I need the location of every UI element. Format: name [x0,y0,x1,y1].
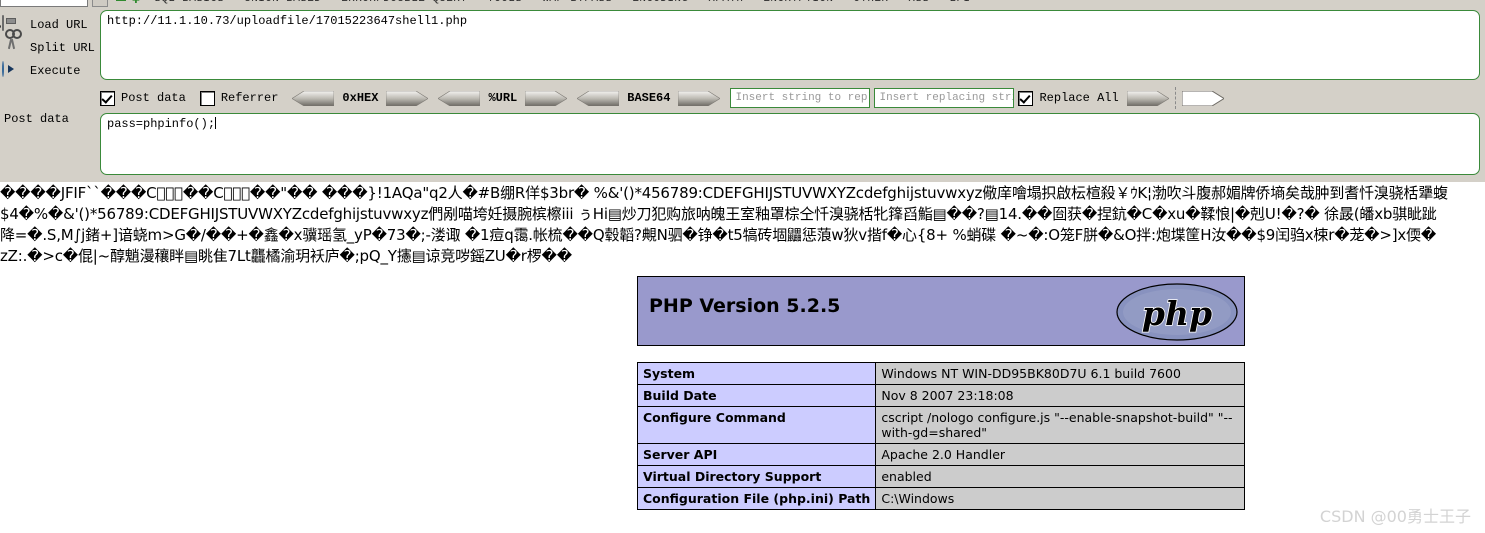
toolbar-divider [1175,87,1176,109]
decode-left-chevron-icon[interactable] [292,91,334,106]
play-icon [2,62,24,80]
menu-item-union-based[interactable]: UNION BASED [244,0,321,5]
execute-label: Execute [30,64,80,78]
execute-button[interactable]: Execute [0,60,96,81]
plus-icon[interactable]: ✚ [132,0,140,7]
row-key: Configuration File (php.ini) Path [638,488,876,510]
binary-line: zZ:.�>c�倱|~醇魈漫穰眫▤眺隹7Lt龘橘渝玥袄庐�;pQ_Y攇▤谅竞哕鎐… [0,246,1485,267]
hackbar-options-bar: Post data Referrer 0xHEX %URL BASE64 Ins… [100,86,1480,110]
row-value: cscript /nologo configure.js "--enable-s… [876,407,1245,444]
row-value: Nov 8 2007 23:18:08 [876,385,1245,407]
replace-string-input[interactable]: Insert replacing string [874,88,1014,108]
menu-item-sql-basics[interactable]: SQL BASICS [154,0,224,5]
table-row: Build Date Nov 8 2007 23:18:08 [638,385,1245,407]
row-value: C:\Windows [876,488,1245,510]
decode-left-chevron-icon[interactable] [577,91,619,106]
row-value: Windows NT WIN-DD95BK80D7U 6.1 build 760… [876,363,1245,385]
menu-item-tools[interactable]: TOOLS [487,0,522,5]
table-row: Server API Apache 2.0 Handler [638,444,1245,466]
hackbar-toolbar: ✚ SQL BASICS UNION BASED ERROR/DOUBLE QU… [0,0,1485,182]
binary-line: ����JFIF``���C   ��C   ��"�� ���}!1AQa"q… [0,183,1485,204]
row-key: Virtual Directory Support [638,466,876,488]
table-row: Configuration File (php.ini) Path C:\Win… [638,488,1245,510]
binary-line: $4�%�&'()*56789:CDEFGHIJSTUVWXYZcdefghij… [0,204,1485,225]
encode-right-chevron-icon[interactable] [386,91,428,106]
menu-item-error-double-query[interactable]: ERROR/DOUBLE QUERY [341,0,467,5]
menu-item-other[interactable]: OTHER [853,0,888,5]
post-data-checkbox[interactable]: Post data [100,91,186,106]
decode-left-chevron-icon[interactable] [438,91,480,106]
post-data-value: pass=phpinfo(); [107,117,215,131]
encode-right-chevron-icon[interactable] [525,91,567,106]
row-key: Configure Command [638,407,876,444]
binary-response-output: ����JFIF``���C   ��C   ��"�� ���}!1AQa"q… [0,183,1485,273]
url-encoder-group: %URL [438,91,567,106]
menu-item-xss[interactable]: XSS [908,0,929,5]
search-string-input[interactable]: Insert string to replace [730,88,870,108]
watermark: CSDN @00勇士王子 [1320,503,1471,527]
php-logo-icon: php [1116,283,1238,341]
scissors-icon [2,39,24,57]
replace-all-checkbox[interactable]: Replace All [1018,91,1118,106]
text-caret [215,117,216,129]
hex-encoder-label: 0xHEX [342,91,378,105]
post-data-textarea[interactable]: pass=phpinfo(); [100,113,1480,175]
checkbox-box [1018,91,1033,106]
binary-line: 降=�.S,M∫j鍺+]谙蛲m>G�/��+�鑫�x骥瑶氢_yP�73�;-溇诹… [0,225,1485,246]
split-url-button[interactable]: Split URL [0,37,96,58]
replace-all-checkbox-label: Replace All [1039,91,1118,105]
split-url-label: Split URL [30,41,95,55]
menu-item-encryption[interactable]: ENCRYPTION [763,0,833,5]
menu-item-waf-bypass[interactable]: WAF BYPASS [542,0,612,5]
referrer-checkbox[interactable]: Referrer [200,91,279,106]
phpinfo-table: System Windows NT WIN-DD95BK80D7U 6.1 bu… [637,362,1245,510]
checkbox-box [200,91,215,106]
address-input[interactable] [0,0,88,7]
hackbar-action-column: Load URL Split URL Execute [0,9,96,182]
menu-item-xpath[interactable]: XPATH [708,0,743,5]
menu-item-lfi[interactable]: LFI [949,0,970,5]
menu-item-encoding[interactable]: ENCODING [632,0,688,5]
svg-text:php: php [1142,294,1212,333]
post-data-label: Post data [4,112,69,126]
load-url-label: Load URL [30,18,88,32]
encode-right-chevron-icon[interactable] [678,91,720,106]
extra-action-chevron-icon[interactable] [1182,91,1224,106]
hackbar-menu-strip: ✚ SQL BASICS UNION BASED ERROR/DOUBLE QU… [0,0,1485,9]
table-row: System Windows NT WIN-DD95BK80D7U 6.1 bu… [638,363,1245,385]
php-version-title: PHP Version 5.2.5 [649,295,840,317]
green-divider-icon [116,0,126,1]
url-encoder-label: %URL [488,91,517,105]
phpinfo-header: PHP Version 5.2.5 php [637,276,1245,346]
post-data-checkbox-label: Post data [121,91,186,105]
base64-encoder-group: BASE64 [577,91,720,106]
base64-encoder-label: BASE64 [627,91,670,105]
hex-encoder-group: 0xHEX [292,91,428,106]
phpinfo-output: PHP Version 5.2.5 php System Windows NT … [637,276,1245,510]
chevron-down-icon[interactable] [92,0,108,7]
url-textarea[interactable]: http://11.1.10.73/uploadfile/17015223647… [100,10,1480,80]
row-key: Build Date [638,385,876,407]
row-key: Server API [638,444,876,466]
referrer-checkbox-label: Referrer [221,91,279,105]
row-value: Apache 2.0 Handler [876,444,1245,466]
row-value: enabled [876,466,1245,488]
row-key: System [638,363,876,385]
apply-replace-chevron-icon[interactable] [1127,91,1169,106]
table-row: Configure Command cscript /nologo config… [638,407,1245,444]
checkbox-box [100,91,115,106]
table-row: Virtual Directory Support enabled [638,466,1245,488]
